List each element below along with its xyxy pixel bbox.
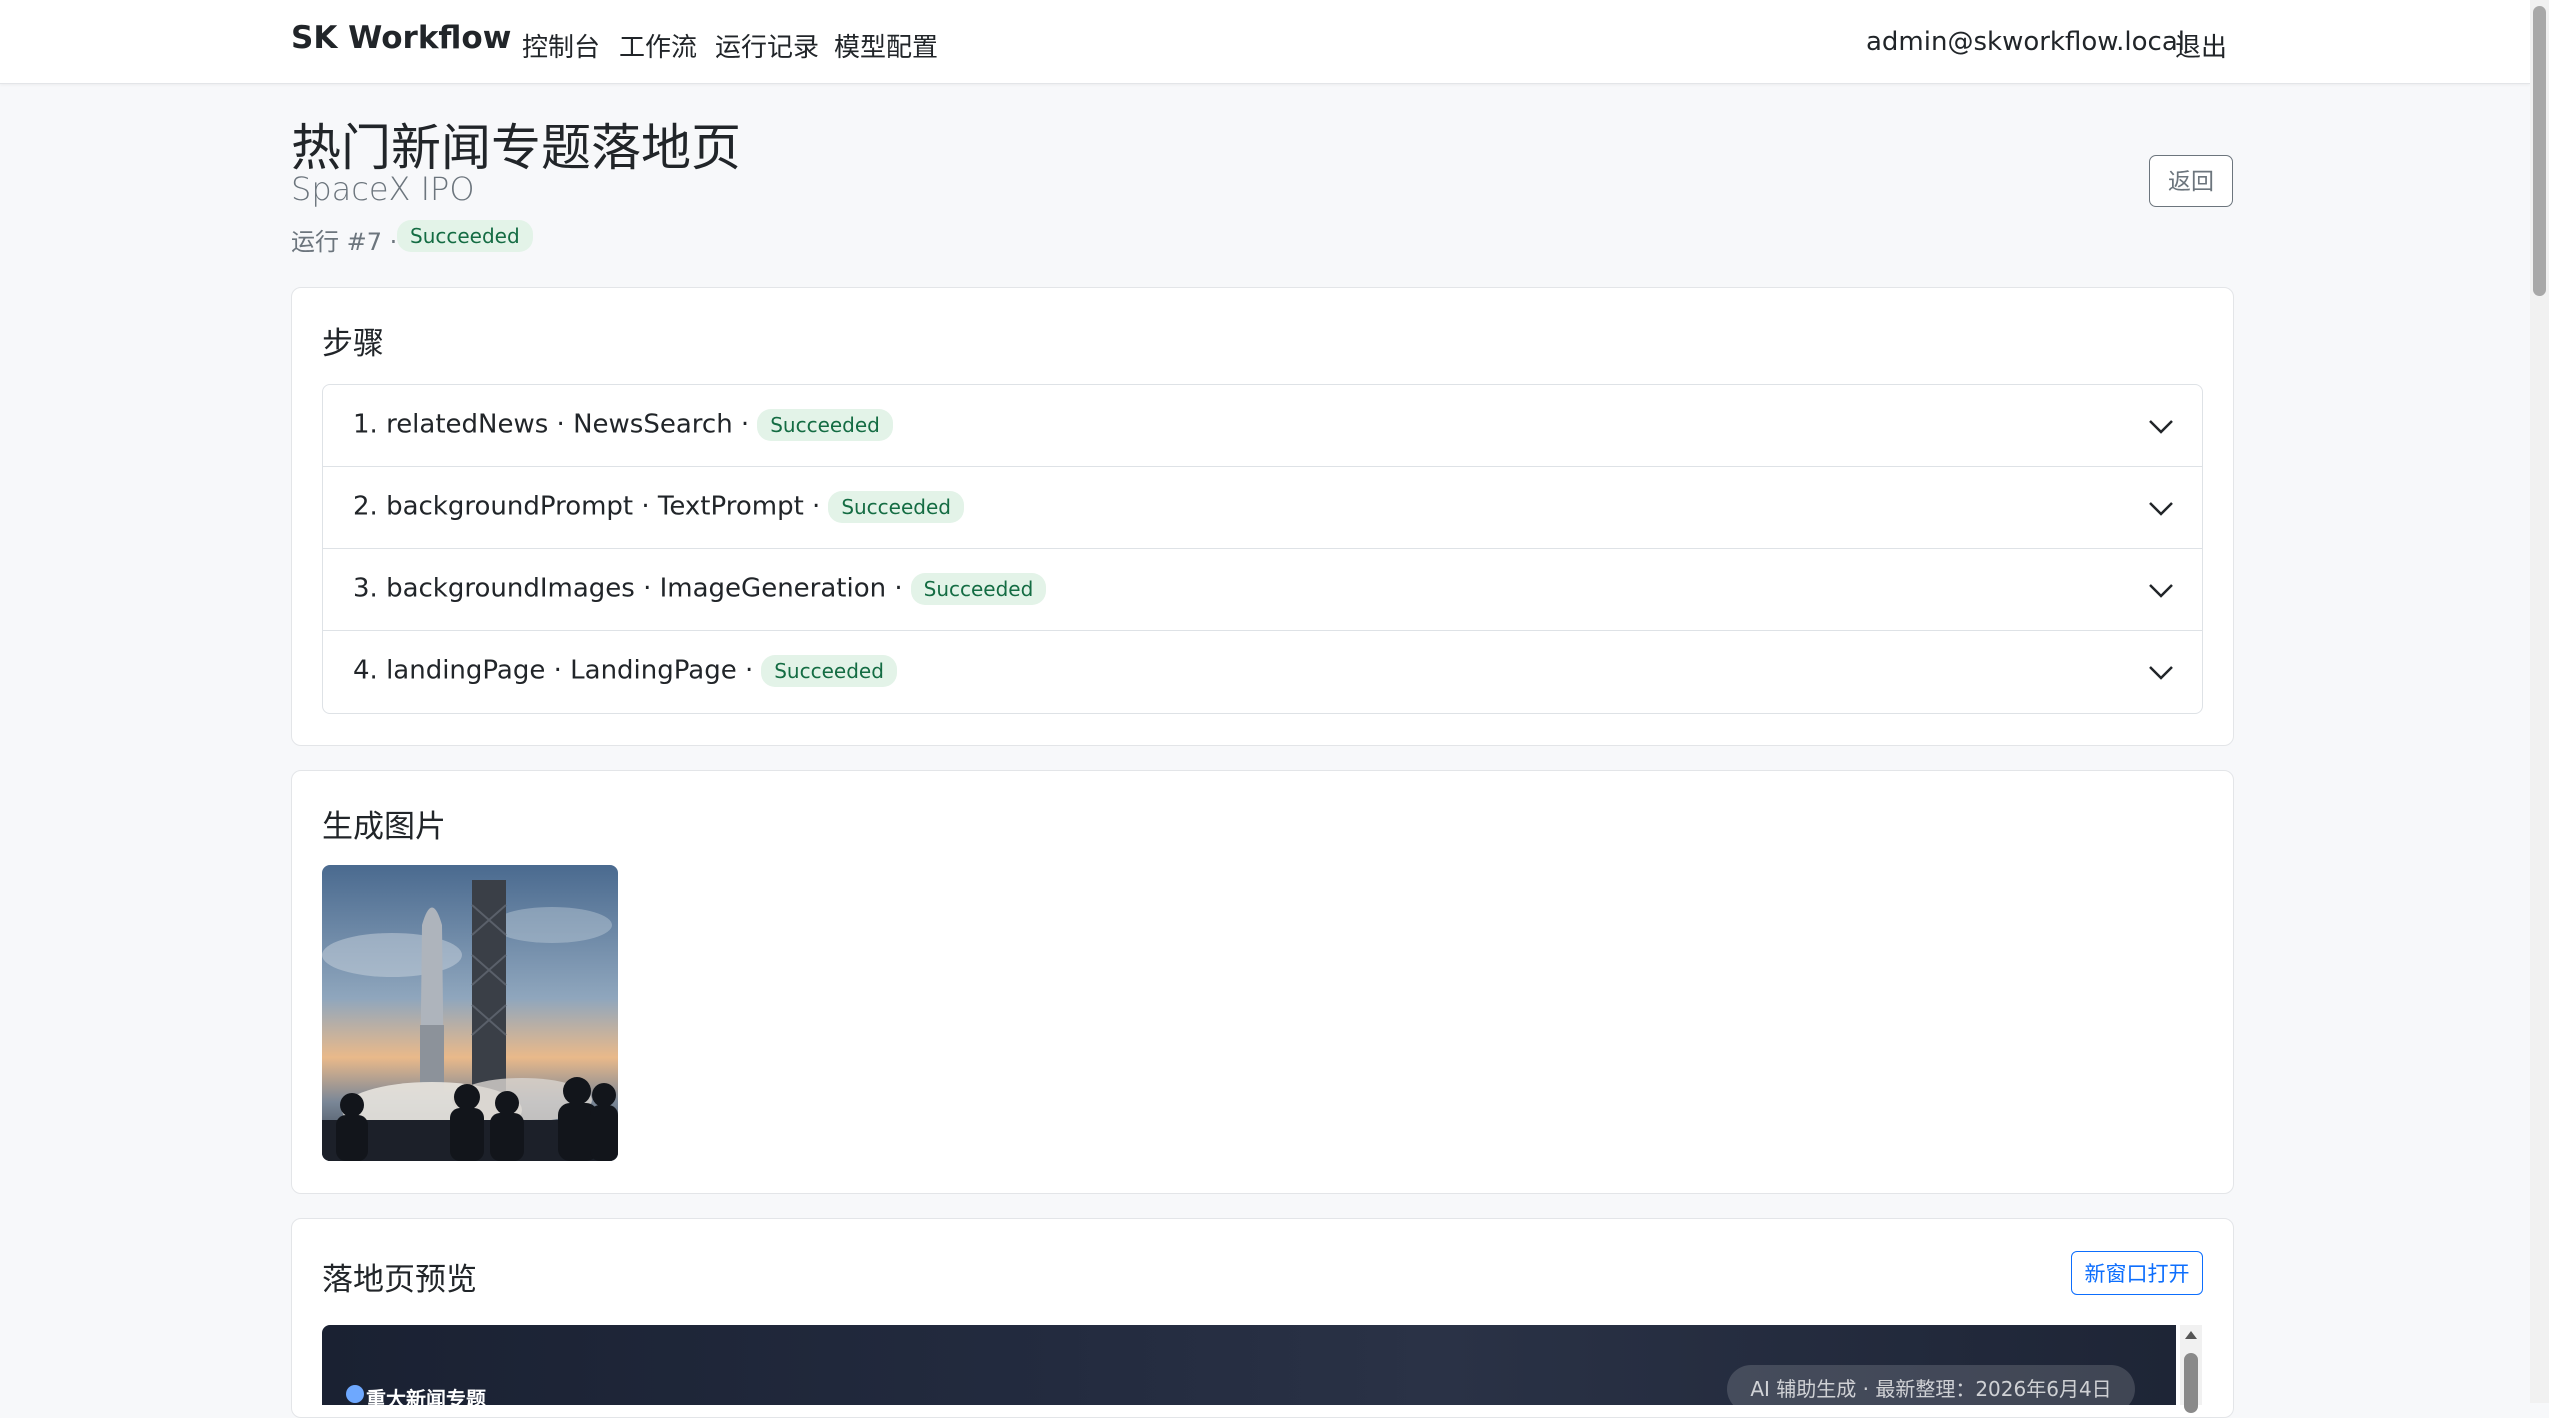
scroll-up-arrow-icon[interactable]	[2185, 1331, 2197, 1339]
step-label: 4. landingPage · LandingPage · Succeeded	[353, 655, 897, 687]
page-scrollbar[interactable]	[2530, 0, 2549, 1403]
step-item-background-prompt[interactable]: 2. backgroundPrompt · TextPrompt · Succee…	[323, 467, 2202, 549]
preview-updated-pill: AI 辅助生成 · 最新整理：2026年6月4日	[1727, 1365, 2135, 1405]
step-status-badge: Succeeded	[828, 491, 964, 523]
brand-logo[interactable]: SK Workflow	[291, 20, 511, 56]
step-item-related-news[interactable]: 1. relatedNews · NewsSearch · Succeeded	[323, 385, 2202, 467]
generated-images-card: 生成图片	[291, 770, 2234, 1194]
rocket-launch-image	[322, 865, 618, 1161]
preview-topic-label: 重大新闻专题	[366, 1387, 486, 1405]
steps-card: 步骤 1. relatedNews · NewsSearch · Succeede…	[291, 287, 2234, 746]
topic-dot-icon	[346, 1385, 364, 1403]
page-subtitle: SpaceX IPO	[291, 170, 475, 208]
step-label: 1. relatedNews · NewsSearch · Succeeded	[353, 409, 893, 441]
step-status-badge: Succeeded	[757, 409, 893, 441]
generated-images-title: 生成图片	[322, 809, 446, 845]
landing-preview-title: 落地页预览	[322, 1262, 477, 1298]
chevron-down-icon[interactable]	[2146, 657, 2176, 687]
open-new-window-button[interactable]: 新窗口打开	[2071, 1251, 2203, 1295]
generated-image-thumbnail[interactable]	[322, 865, 618, 1161]
nav-link-workflows[interactable]: 工作流	[619, 27, 697, 64]
nav-link-runs[interactable]: 运行记录	[715, 27, 819, 64]
chevron-down-icon[interactable]	[2146, 575, 2176, 605]
run-number: 运行 #7 ·	[291, 228, 398, 256]
page-scrollbar-thumb[interactable]	[2533, 6, 2546, 296]
back-button[interactable]: 返回	[2149, 155, 2233, 207]
step-label-text: 3. backgroundImages · ImageGeneration ·	[353, 573, 903, 604]
step-item-background-images[interactable]: 3. backgroundImages · ImageGeneration · S…	[323, 549, 2202, 631]
nav-link-model-config[interactable]: 模型配置	[834, 27, 938, 64]
nav-link-dashboard[interactable]: 控制台	[522, 27, 600, 64]
landing-preview-card: 落地页预览 新窗口打开 重大新闻专题 AI 辅助生成 · 最新整理：2026年6…	[291, 1218, 2234, 1418]
step-label: 3. backgroundImages · ImageGeneration · S…	[353, 573, 1047, 605]
step-label-text: 2. backgroundPrompt · TextPrompt ·	[353, 491, 821, 522]
step-label-text: 1. relatedNews · NewsSearch ·	[353, 409, 750, 440]
step-status-badge: Succeeded	[761, 655, 897, 687]
step-item-landing-page[interactable]: 4. landingPage · LandingPage · Succeeded	[323, 631, 2202, 713]
preview-scrollbar[interactable]	[2180, 1325, 2202, 1413]
chevron-down-icon[interactable]	[2146, 493, 2176, 523]
user-email: admin@skworkflow.local	[1866, 27, 2185, 57]
step-label: 2. backgroundPrompt · TextPrompt · Succee…	[353, 491, 964, 523]
logout-link[interactable]: 退出	[2175, 27, 2227, 64]
steps-card-title: 步骤	[322, 326, 384, 362]
step-label-text: 4. landingPage · LandingPage ·	[353, 655, 754, 686]
landing-preview-frame[interactable]: 重大新闻专题 AI 辅助生成 · 最新整理：2026年6月4日	[322, 1325, 2176, 1405]
steps-accordion: 1. relatedNews · NewsSearch · Succeeded 2…	[322, 384, 2203, 714]
preview-scrollbar-thumb[interactable]	[2184, 1353, 2198, 1413]
top-navbar: SK Workflow 控制台 工作流 运行记录 模型配置 admin@skwo…	[0, 0, 2530, 84]
run-status-badge: Succeeded	[397, 220, 533, 252]
step-status-badge: Succeeded	[910, 573, 1047, 605]
chevron-down-icon[interactable]	[2146, 411, 2176, 441]
